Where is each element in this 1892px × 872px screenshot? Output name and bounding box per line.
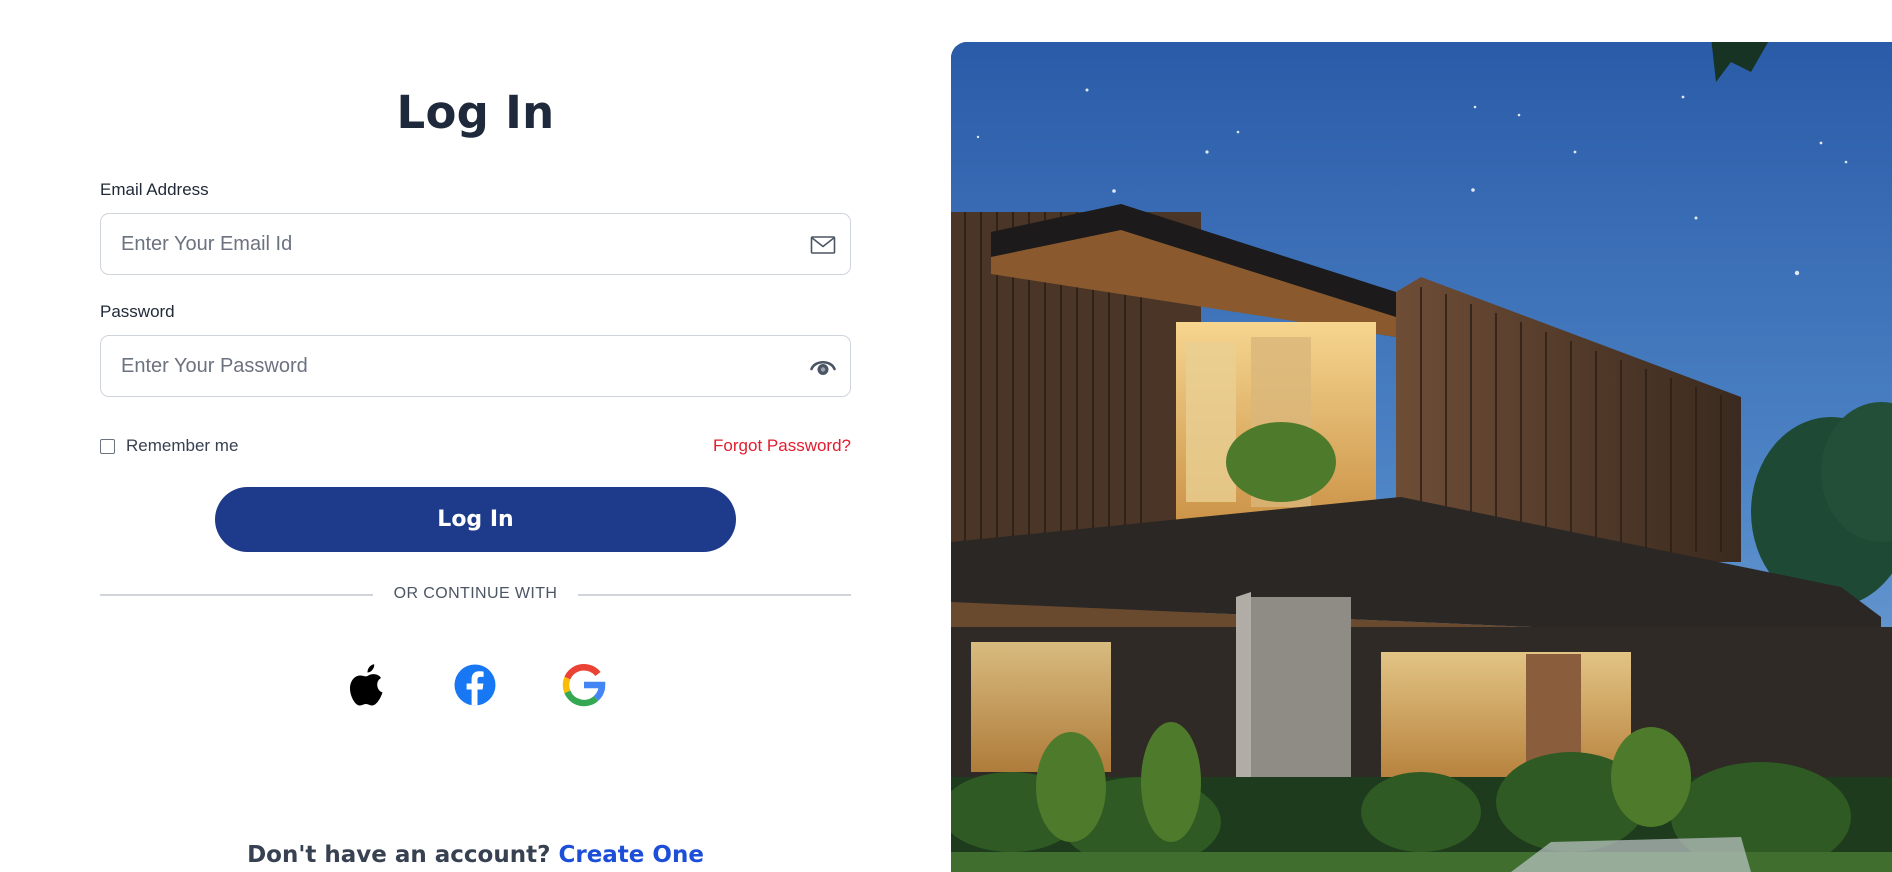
page-title: Log In (396, 86, 555, 139)
hero-image (951, 42, 1892, 872)
divider: OR CONTINUE WITH (100, 584, 851, 606)
divider-line-right (578, 594, 851, 596)
facebook-icon (454, 664, 496, 706)
password-field[interactable] (100, 335, 851, 397)
remember-label: Remember me (126, 436, 239, 455)
apple-login-button[interactable] (343, 660, 391, 710)
email-input[interactable] (121, 214, 781, 274)
eye-icon[interactable] (810, 354, 836, 380)
google-icon (562, 663, 606, 707)
forgot-password-link[interactable]: Forgot Password? (713, 436, 851, 456)
password-label: Password (100, 302, 175, 321)
login-button[interactable]: Log In (215, 487, 736, 552)
signup-prompt: Don't have an account? (247, 842, 551, 868)
login-panel: Log In Email Address Password Remember m… (100, 0, 851, 872)
remember-checkbox[interactable] (100, 438, 115, 454)
signup-row: Don't have an account? Create One (100, 842, 851, 868)
password-input[interactable] (121, 336, 781, 396)
google-login-button[interactable] (560, 660, 608, 710)
mail-icon (810, 236, 836, 254)
remember-me[interactable]: Remember me (100, 436, 238, 456)
email-field[interactable] (100, 213, 851, 275)
apple-icon (350, 664, 383, 706)
create-account-link[interactable]: Create One (558, 842, 703, 868)
social-login-row (100, 660, 851, 710)
facebook-login-button[interactable] (451, 660, 499, 710)
email-label: Email Address (100, 180, 209, 199)
